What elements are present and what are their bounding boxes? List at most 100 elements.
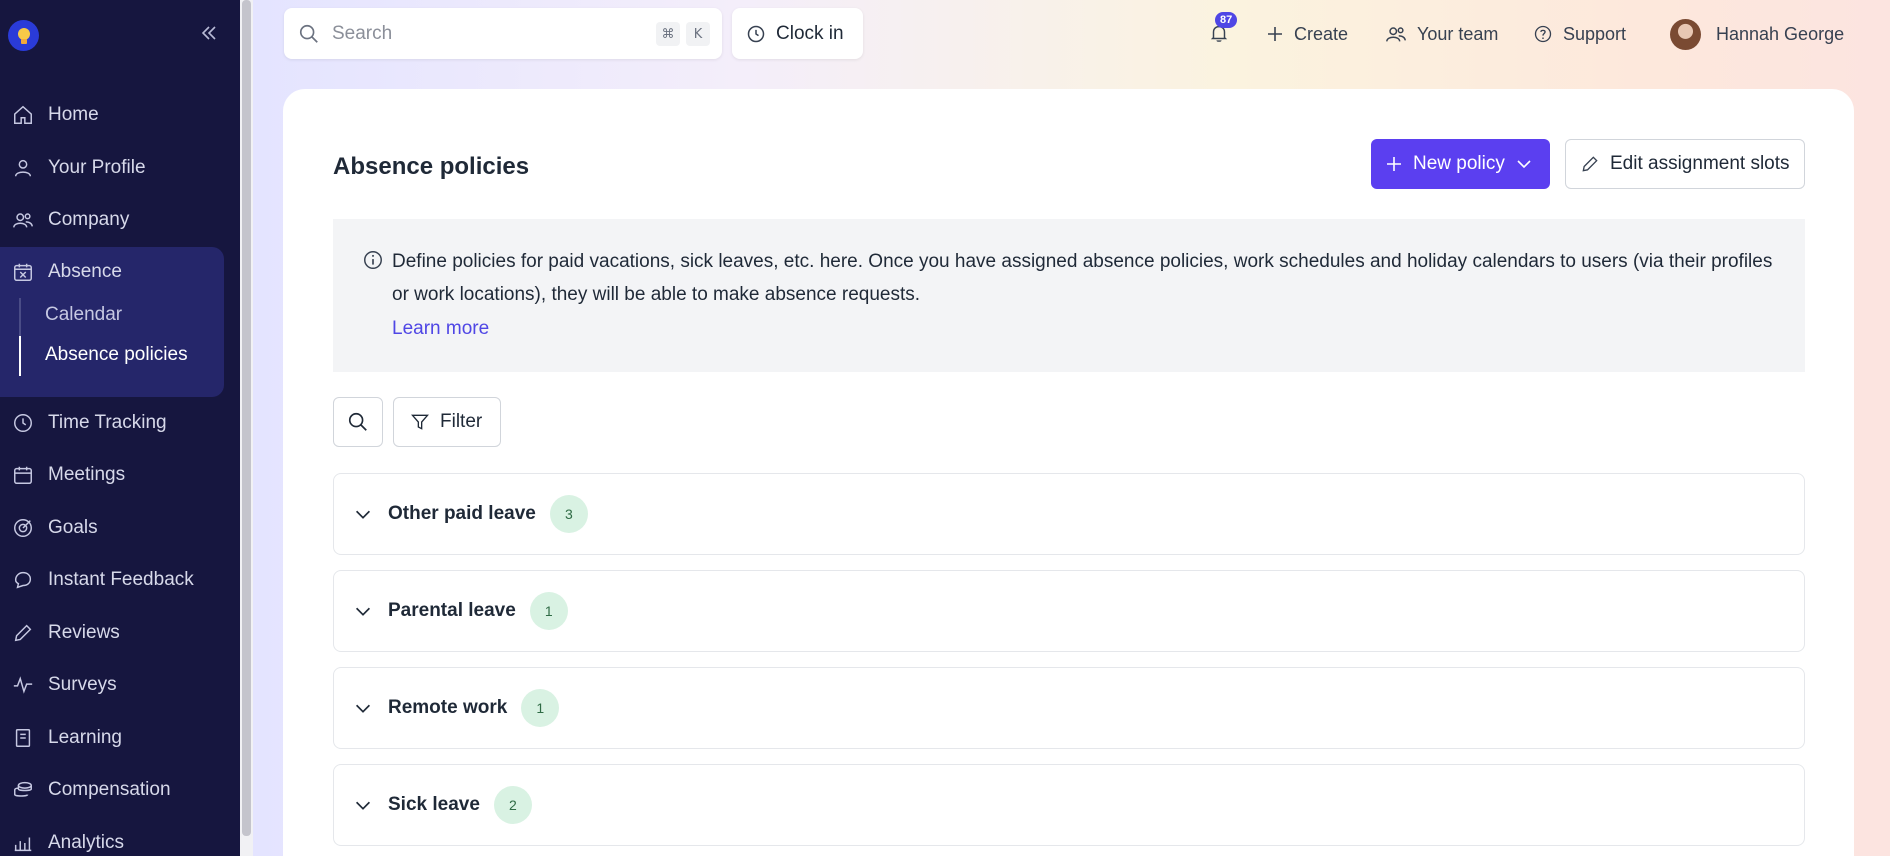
app-logo[interactable]: [8, 20, 39, 51]
clock-icon: [747, 25, 765, 42]
sidebar-item-reviews[interactable]: Reviews: [0, 613, 240, 653]
sidebar-item-absence[interactable]: Absence: [0, 252, 240, 292]
sidebar-item-instant-feedback[interactable]: Instant Feedback: [0, 560, 240, 600]
user-icon: [14, 159, 32, 177]
learn-more-link[interactable]: Learn more: [392, 318, 489, 340]
sidebar-item-label: Reviews: [48, 622, 120, 643]
sidebar: Home Your Profile Company Absence Calend…: [0, 0, 240, 856]
policy-count-badge: 1: [529, 592, 568, 630]
sidebar-item-time-tracking[interactable]: Time Tracking: [0, 403, 240, 443]
search-policies-button[interactable]: [333, 397, 383, 447]
pencil-icon: [14, 624, 32, 642]
filter-icon: [411, 414, 429, 430]
sidebar-item-goals[interactable]: Goals: [0, 508, 240, 548]
sidebar-subitem-absence-policies[interactable]: Absence policies: [45, 344, 188, 366]
sidebar-subitem-calendar[interactable]: Calendar: [45, 304, 122, 326]
sidebar-item-label: Instant Feedback: [48, 569, 194, 590]
sidebar-item-label: Goals: [48, 517, 98, 538]
users-icon: [13, 213, 33, 228]
info-icon: [364, 251, 382, 269]
chat-icon: [14, 571, 32, 589]
info-text: Define policies for paid vacations, sick…: [392, 251, 1773, 305]
sidebar-item-profile[interactable]: Your Profile: [0, 148, 240, 188]
edit-assignment-slots-button[interactable]: Edit assignment slots: [1565, 139, 1805, 189]
your-team-button[interactable]: Your team: [1385, 20, 1498, 48]
target-icon: [14, 519, 32, 537]
search-icon: [299, 24, 318, 43]
sidebar-item-compensation[interactable]: Compensation: [0, 770, 240, 810]
chevron-down-icon: [355, 510, 371, 519]
sidebar-item-label: Analytics: [48, 832, 125, 853]
edit-assignment-slots-label: Edit assignment slots: [1610, 153, 1790, 174]
search-icon: [348, 412, 367, 431]
policy-group-parental-leave[interactable]: Parental leave 1: [333, 570, 1805, 652]
sidebar-item-label: Surveys: [48, 674, 117, 695]
sidebar-item-label: Learning: [48, 727, 122, 748]
submenu-active-indicator: [19, 336, 21, 376]
coins-icon: [14, 781, 32, 797]
pencil-icon: [1582, 156, 1598, 172]
policy-group-other-paid-leave[interactable]: Other paid leave 3: [333, 473, 1805, 555]
notification-count-badge: 87: [1215, 12, 1238, 28]
chevron-down-icon: [355, 704, 371, 713]
shortcut-k-key: K: [686, 22, 710, 46]
sidebar-item-label: Home: [48, 104, 99, 125]
create-button[interactable]: Create: [1266, 20, 1348, 48]
clock-icon: [14, 414, 32, 432]
shortcut-cmd-key: ⌘: [656, 22, 680, 46]
lightbulb-icon: [17, 27, 30, 44]
sidebar-item-label: Your Profile: [48, 157, 146, 178]
policy-group-label: Other paid leave: [388, 503, 536, 524]
create-label: Create: [1294, 23, 1349, 44]
chevron-down-icon: [355, 801, 371, 810]
policy-group-label: Parental leave: [388, 600, 516, 621]
sidebar-item-analytics[interactable]: Analytics: [0, 823, 240, 856]
sidebar-scrollbar-thumb[interactable]: [242, 0, 251, 836]
avatar[interactable]: [1670, 19, 1701, 50]
sidebar-item-label: Compensation: [48, 779, 171, 800]
new-policy-button[interactable]: New policy: [1371, 139, 1550, 189]
book-icon: [15, 729, 31, 747]
search-input[interactable]: [332, 22, 632, 45]
policy-count-badge: 2: [493, 786, 532, 824]
your-team-label: Your team: [1417, 23, 1499, 44]
plus-icon: [1268, 27, 1282, 41]
plus-icon: [1387, 157, 1401, 171]
help-circle-icon: [1534, 25, 1552, 43]
chevron-down-icon: [1517, 160, 1531, 169]
double-chevron-left-icon: [201, 26, 216, 40]
calendar-x-icon: [14, 263, 32, 281]
filter-label: Filter: [440, 411, 483, 432]
sidebar-item-home[interactable]: Home: [0, 95, 240, 135]
sidebar-item-label: Meetings: [48, 464, 126, 485]
sidebar-item-company[interactable]: Company: [0, 200, 240, 240]
clock-in-button[interactable]: Clock in: [732, 8, 863, 59]
filter-button[interactable]: Filter: [393, 397, 501, 447]
sidebar-item-label: Absence: [48, 261, 122, 282]
sidebar-item-learning[interactable]: Learning: [0, 718, 240, 758]
policy-group-sick-leave[interactable]: Sick leave 2: [333, 764, 1805, 846]
policy-count-badge: 1: [521, 689, 560, 727]
sidebar-item-label: Company: [48, 209, 130, 230]
page-title: Absence policies: [333, 153, 530, 180]
users-icon: [1386, 27, 1406, 42]
support-label: Support: [1563, 23, 1627, 44]
user-name[interactable]: Hannah George: [1716, 24, 1844, 45]
support-button[interactable]: Support: [1533, 20, 1626, 48]
home-icon: [14, 105, 32, 124]
policy-count-badge: 3: [549, 495, 588, 533]
chevron-down-icon: [355, 607, 371, 616]
pulse-icon: [13, 676, 33, 694]
sidebar-item-surveys[interactable]: Surveys: [0, 665, 240, 705]
clock-in-label: Clock in: [776, 22, 844, 44]
policy-group-label: Remote work: [388, 697, 508, 718]
sidebar-item-label: Time Tracking: [48, 412, 167, 433]
policy-group-label: Sick leave: [388, 794, 480, 815]
chart-icon: [14, 837, 32, 852]
new-policy-label: New policy: [1413, 153, 1505, 174]
collapse-sidebar-button[interactable]: [198, 22, 220, 44]
sidebar-item-meetings[interactable]: Meetings: [0, 455, 240, 495]
global-search[interactable]: ⌘ K: [284, 8, 722, 59]
calendar-icon: [14, 466, 32, 484]
policy-group-remote-work[interactable]: Remote work 1: [333, 667, 1805, 749]
